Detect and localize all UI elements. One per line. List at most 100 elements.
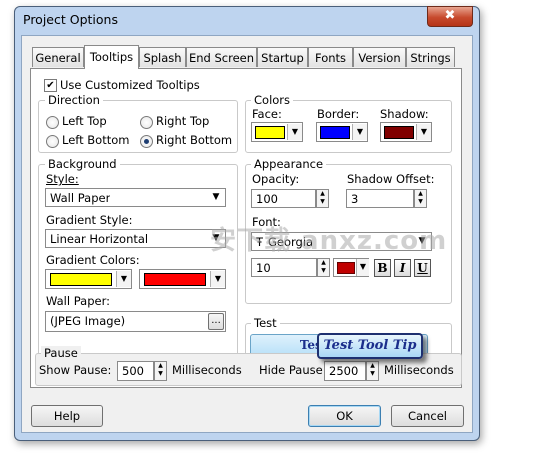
style-select[interactable]: Wall Paper ▼ — [45, 188, 226, 207]
pause-legend: Pause — [41, 346, 81, 360]
style-label-text: Style: — [46, 172, 79, 186]
chevron-down-icon: ▼ — [416, 124, 431, 140]
spin-up-icon: ▲ — [320, 190, 325, 197]
tab-tooltips[interactable]: Tooltips — [84, 45, 139, 69]
watermark: 安下载 anxz.com — [210, 226, 448, 256]
help-button[interactable]: Help — [31, 405, 103, 427]
hide-pause-value: 2500 — [329, 364, 359, 378]
underline-button[interactable]: U — [414, 259, 431, 277]
radio-right-bottom[interactable] — [140, 135, 153, 148]
font-size-value: 10 — [256, 261, 271, 275]
tab-general[interactable]: General — [32, 47, 84, 67]
border-label: Border: — [317, 107, 360, 121]
style-select-value: Wall Paper — [50, 191, 111, 205]
tab-splash[interactable]: Splash — [139, 47, 186, 67]
show-pause-unit: Milliseconds — [172, 363, 242, 377]
cancel-button[interactable]: Cancel — [391, 405, 464, 427]
close-button[interactable]: ✖ — [427, 6, 473, 27]
face-color-swatch — [255, 126, 285, 139]
colors-legend: Colors — [251, 93, 294, 107]
gradient-color-1-swatch — [50, 273, 112, 286]
spin-up-icon: ▲ — [158, 362, 163, 369]
spin-down-icon: ▼ — [320, 198, 325, 205]
font-size-spinner[interactable]: ▲ ▼ — [317, 258, 330, 277]
gradient-style-value: Linear Horizontal — [50, 232, 149, 246]
face-color-picker[interactable]: ▼ — [251, 122, 303, 142]
show-pause-input[interactable]: 500 — [117, 361, 154, 381]
tab-version[interactable]: Version — [353, 47, 406, 67]
spin-down-icon: ▼ — [158, 370, 163, 377]
direction-legend: Direction — [45, 93, 103, 107]
style-label: Style: — [46, 172, 79, 186]
test-legend: Test — [251, 316, 280, 330]
bold-button[interactable]: B — [374, 259, 391, 277]
spin-down-icon: ▼ — [370, 370, 375, 377]
spin-up-icon: ▲ — [418, 190, 423, 197]
appearance-legend: Appearance — [251, 157, 327, 171]
ok-button[interactable]: OK — [308, 405, 381, 427]
gradient-style-label: Gradient Style: — [46, 213, 133, 227]
browse-wallpaper-button[interactable]: ... — [208, 313, 224, 330]
wallpaper-field[interactable]: (JPEG Image) — [45, 311, 226, 332]
radio-right-bottom-label: Right Bottom — [156, 133, 233, 147]
shadow-label: Shadow: — [380, 107, 429, 121]
chevron-down-icon: ▼ — [352, 124, 367, 140]
use-customized-checkbox[interactable]: ✔ — [44, 79, 57, 92]
shadow-offset-label: Shadow Offset: — [347, 172, 435, 186]
spin-up-icon: ▲ — [321, 259, 326, 266]
chevron-down-icon: ▼ — [287, 124, 302, 140]
hide-pause-label: Hide Pause: — [259, 363, 327, 377]
radio-left-bottom-label: Left Bottom — [62, 133, 130, 147]
use-customized-label: Use Customized Tooltips — [60, 78, 200, 92]
shadow-color-swatch — [384, 126, 414, 139]
italic-button[interactable]: I — [394, 259, 411, 277]
chevron-down-icon: ▼ — [116, 271, 131, 287]
spin-down-icon: ▼ — [418, 198, 423, 205]
wallpaper-value: (JPEG Image) — [50, 314, 126, 328]
close-icon: ✖ — [444, 8, 456, 23]
gradient-style-select[interactable]: Linear Horizontal ▼ — [45, 229, 226, 248]
font-color-picker[interactable]: ▼ — [333, 258, 369, 277]
opacity-label: Opacity: — [252, 172, 300, 186]
window-title: Project Options — [23, 12, 118, 27]
gradient-color-1-picker[interactable]: ▼ — [45, 269, 132, 289]
tab-strings[interactable]: Strings — [406, 47, 455, 67]
tab-fonts[interactable]: Fonts — [308, 47, 353, 67]
chevron-down-icon: ▼ — [356, 259, 369, 276]
shadow-offset-value: 3 — [351, 192, 359, 206]
spin-up-icon: ▲ — [370, 362, 375, 369]
radio-left-top-label: Left Top — [62, 114, 107, 128]
opacity-value: 100 — [256, 192, 278, 206]
gradient-colors-label: Gradient Colors: — [46, 253, 140, 267]
radio-right-top[interactable] — [140, 116, 153, 129]
radio-left-bottom[interactable] — [46, 135, 59, 148]
radio-left-top[interactable] — [46, 116, 59, 129]
hide-pause-input[interactable]: 2500 — [324, 361, 366, 381]
show-pause-label: Show Pause: — [39, 363, 112, 377]
wallpaper-label: Wall Paper: — [46, 294, 110, 308]
chevron-down-icon: ▼ — [210, 271, 225, 287]
tab-startup[interactable]: Startup — [257, 47, 308, 67]
hide-pause-spinner[interactable]: ▲ ▼ — [366, 361, 379, 381]
hide-pause-unit: Milliseconds — [384, 363, 454, 377]
border-color-picker[interactable]: ▼ — [316, 122, 368, 142]
opacity-spinner[interactable]: ▲ ▼ — [316, 189, 329, 208]
show-pause-spinner[interactable]: ▲ ▼ — [154, 361, 167, 381]
font-size-input[interactable]: 10 — [251, 258, 317, 277]
shadow-offset-spinner[interactable]: ▲ ▼ — [414, 189, 427, 208]
spin-down-icon: ▼ — [321, 267, 326, 274]
gradient-color-2-picker[interactable]: ▼ — [139, 269, 226, 289]
test-tooltip-preview: Test Tool Tip — [317, 333, 423, 359]
gradient-color-2-swatch — [144, 273, 206, 286]
shadow-offset-input[interactable]: 3 — [346, 189, 414, 208]
shadow-color-picker[interactable]: ▼ — [380, 122, 432, 142]
checkmark-icon: ✔ — [46, 80, 55, 91]
chevron-down-icon: ▼ — [212, 192, 220, 202]
font-color-swatch — [337, 262, 355, 274]
opacity-input[interactable]: 100 — [251, 189, 316, 208]
background-legend: Background — [45, 157, 120, 171]
border-color-swatch — [320, 126, 350, 139]
tab-end-screen[interactable]: End Screen — [186, 47, 257, 67]
show-pause-value: 500 — [122, 364, 144, 378]
radio-right-top-label: Right Top — [156, 114, 210, 128]
